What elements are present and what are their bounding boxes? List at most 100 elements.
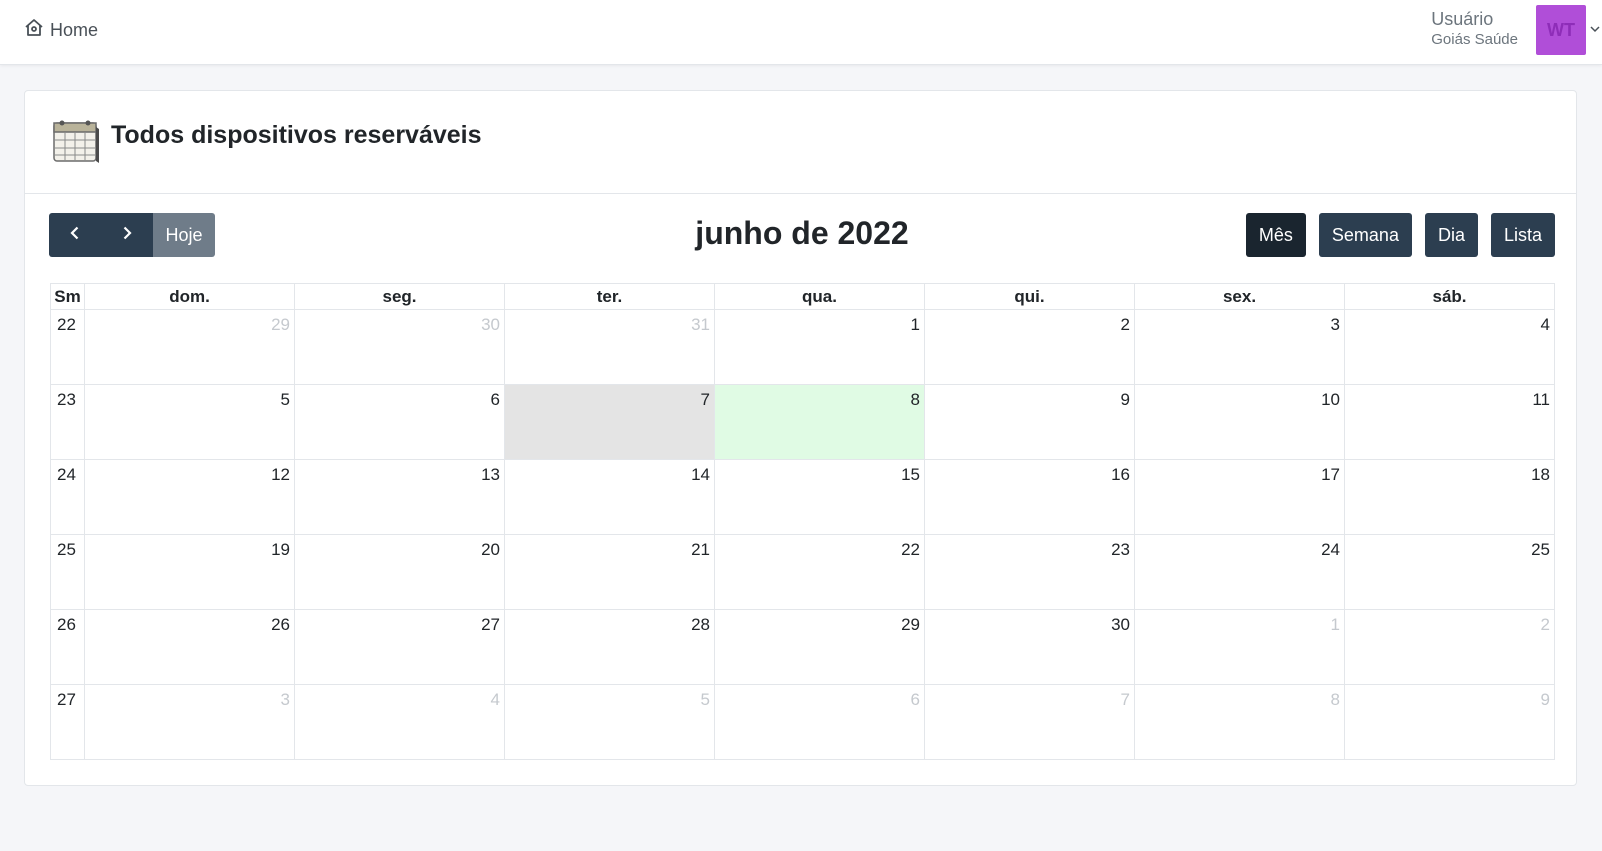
- day-cell[interactable]: 11: [1344, 384, 1555, 460]
- day-cell[interactable]: 25: [1344, 534, 1555, 610]
- day-number[interactable]: 2: [1345, 610, 1554, 640]
- home-link[interactable]: Home: [24, 18, 98, 43]
- day-number[interactable]: 5: [85, 385, 294, 415]
- day-cell[interactable]: 5: [84, 384, 295, 460]
- day-cell[interactable]: 6: [294, 384, 505, 460]
- day-cell[interactable]: 31: [504, 309, 715, 385]
- day-cell[interactable]: 3: [84, 684, 295, 760]
- week-number[interactable]: 25: [50, 534, 85, 610]
- day-number[interactable]: 12: [85, 460, 294, 490]
- day-cell[interactable]: 17: [1134, 459, 1345, 535]
- day-cell[interactable]: 2: [1344, 609, 1555, 685]
- day-number[interactable]: 29: [715, 610, 924, 640]
- prev-button[interactable]: [49, 213, 101, 257]
- day-cell[interactable]: 14: [504, 459, 715, 535]
- day-cell[interactable]: 27: [294, 609, 505, 685]
- day-number[interactable]: 31: [505, 310, 714, 340]
- next-button[interactable]: [101, 213, 153, 257]
- day-cell[interactable]: 8: [1134, 684, 1345, 760]
- day-cell[interactable]: 23: [924, 534, 1135, 610]
- day-number[interactable]: 13: [295, 460, 504, 490]
- day-cell[interactable]: 10: [1134, 384, 1345, 460]
- day-number[interactable]: 18: [1345, 460, 1554, 490]
- day-number[interactable]: 3: [1135, 310, 1344, 340]
- day-number[interactable]: 17: [1135, 460, 1344, 490]
- view-month-button[interactable]: Mês: [1245, 213, 1306, 257]
- week-number[interactable]: 26: [50, 609, 85, 685]
- day-number[interactable]: 20: [295, 535, 504, 565]
- day-number[interactable]: 8: [715, 385, 924, 415]
- day-number[interactable]: 7: [925, 685, 1134, 715]
- today-button[interactable]: Hoje: [153, 213, 215, 257]
- day-cell[interactable]: 28: [504, 609, 715, 685]
- day-number[interactable]: 1: [1135, 610, 1344, 640]
- day-cell[interactable]: 7: [924, 684, 1135, 760]
- day-cell[interactable]: 4: [1344, 309, 1555, 385]
- week-number[interactable]: 27: [50, 684, 85, 760]
- user-info[interactable]: Usuário Goiás Saúde: [1431, 8, 1518, 50]
- day-number[interactable]: 29: [85, 310, 294, 340]
- day-cell[interactable]: 21: [504, 534, 715, 610]
- day-cell[interactable]: 5: [504, 684, 715, 760]
- chevron-down-icon[interactable]: [1590, 22, 1600, 36]
- day-number[interactable]: 28: [505, 610, 714, 640]
- day-number[interactable]: 2: [925, 310, 1134, 340]
- week-number[interactable]: 24: [50, 459, 85, 535]
- day-cell[interactable]: 29: [84, 309, 295, 385]
- week-number[interactable]: 23: [50, 384, 85, 460]
- day-number[interactable]: 8: [1135, 685, 1344, 715]
- day-number[interactable]: 24: [1135, 535, 1344, 565]
- view-list-button[interactable]: Lista: [1490, 213, 1555, 257]
- day-cell[interactable]: 3: [1134, 309, 1345, 385]
- day-number[interactable]: 19: [85, 535, 294, 565]
- day-number[interactable]: 27: [295, 610, 504, 640]
- day-cell[interactable]: 6: [714, 684, 925, 760]
- day-number[interactable]: 25: [1345, 535, 1554, 565]
- day-cell[interactable]: 1: [714, 309, 925, 385]
- day-cell[interactable]: 24: [1134, 534, 1345, 610]
- week-number[interactable]: 22: [50, 309, 85, 385]
- day-cell[interactable]: 22: [714, 534, 925, 610]
- day-cell[interactable]: 15: [714, 459, 925, 535]
- day-cell[interactable]: 2: [924, 309, 1135, 385]
- day-cell[interactable]: 9: [1344, 684, 1555, 760]
- day-cell[interactable]: 16: [924, 459, 1135, 535]
- day-number[interactable]: 21: [505, 535, 714, 565]
- day-cell[interactable]: 29: [714, 609, 925, 685]
- day-number[interactable]: 26: [85, 610, 294, 640]
- day-cell[interactable]: 12: [84, 459, 295, 535]
- day-number[interactable]: 23: [925, 535, 1134, 565]
- day-number[interactable]: 16: [925, 460, 1134, 490]
- day-number[interactable]: 10: [1135, 385, 1344, 415]
- day-number[interactable]: 1: [715, 310, 924, 340]
- day-cell[interactable]: 30: [294, 309, 505, 385]
- avatar[interactable]: WT: [1536, 5, 1586, 55]
- day-cell[interactable]: 13: [294, 459, 505, 535]
- day-number[interactable]: 6: [295, 385, 504, 415]
- day-cell[interactable]: 7: [504, 384, 715, 460]
- view-day-button[interactable]: Dia: [1424, 213, 1478, 257]
- day-number[interactable]: 5: [505, 685, 714, 715]
- day-number[interactable]: 3: [85, 685, 294, 715]
- day-number[interactable]: 6: [715, 685, 924, 715]
- day-cell[interactable]: 4: [294, 684, 505, 760]
- day-cell[interactable]: 26: [84, 609, 295, 685]
- day-number[interactable]: 9: [1345, 685, 1554, 715]
- day-number[interactable]: 11: [1345, 385, 1554, 415]
- day-number[interactable]: 7: [505, 385, 714, 415]
- day-number[interactable]: 15: [715, 460, 924, 490]
- day-number[interactable]: 30: [295, 310, 504, 340]
- day-cell[interactable]: 9: [924, 384, 1135, 460]
- day-cell[interactable]: 19: [84, 534, 295, 610]
- day-number[interactable]: 4: [1345, 310, 1554, 340]
- day-number[interactable]: 9: [925, 385, 1134, 415]
- day-number[interactable]: 30: [925, 610, 1134, 640]
- day-number[interactable]: 4: [295, 685, 504, 715]
- day-cell[interactable]: 18: [1344, 459, 1555, 535]
- day-number[interactable]: 22: [715, 535, 924, 565]
- view-week-button[interactable]: Semana: [1318, 213, 1412, 257]
- day-number[interactable]: 14: [505, 460, 714, 490]
- day-cell[interactable]: 8: [714, 384, 925, 460]
- day-cell[interactable]: 30: [924, 609, 1135, 685]
- day-cell[interactable]: 20: [294, 534, 505, 610]
